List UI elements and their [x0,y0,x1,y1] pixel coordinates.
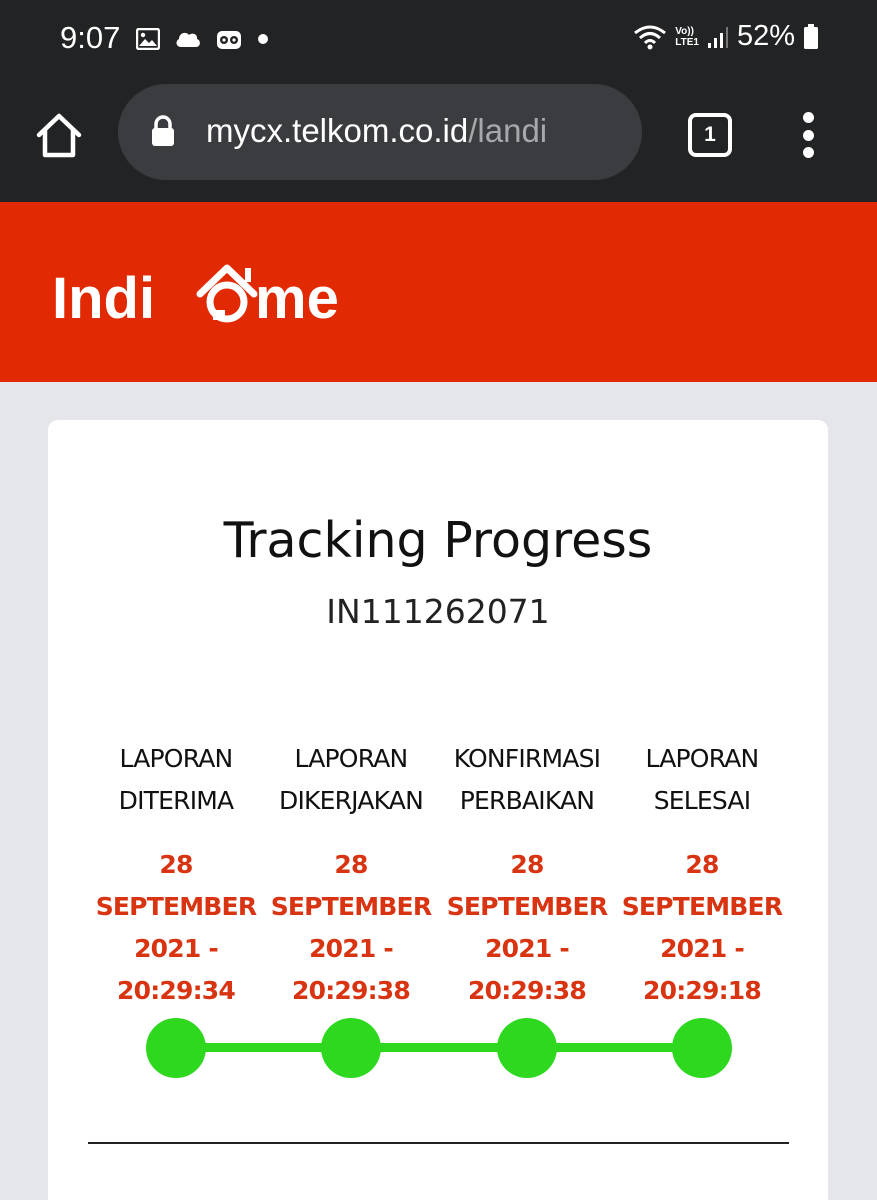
home-icon [36,113,82,158]
svg-text:me: me [255,266,339,328]
url-text[interactable]: mycx.telkom.co.id/landi [206,112,626,150]
progress-dot-konfirmasi [497,1018,557,1078]
date-year: 2021 - [660,934,745,963]
date-month: SEPTEMBER [95,892,257,921]
url-domain: mycx.telkom.co.id [206,112,469,149]
volte-label: Vo)) [675,25,694,37]
date-month: SEPTEMBER [270,892,432,921]
signal-icon [707,26,728,48]
date-year: 2021 - [309,934,394,963]
date-month: SEPTEMBER [446,892,608,921]
tripadvisor-icon [217,31,241,49]
menu-dot [802,147,814,158]
date-day: 28 [159,850,193,879]
date-time: 20:29:38 [468,976,587,1005]
step-label-konfirmasi: KONFIRMASI PERBAIKAN [453,744,601,815]
indihome-logo[interactable]: Indi me [52,258,392,328]
system-icons: Vo)) LTE1 52% [633,20,819,53]
status-bar: 9:07 Vo)) LTE1 52% [0,0,877,82]
volte-indicator: Vo)) LTE1 [675,26,699,48]
date-month: SEPTEMBER [621,892,783,921]
step-date-selesai: 28 SEPTEMBER 2021 - 20:29:18 [614,844,790,1012]
cloud-icon [176,32,200,47]
step-date-diterima: 28 SEPTEMBER 2021 - 20:29:34 [88,844,264,1012]
progress-dot-dikerjakan [321,1018,381,1078]
progress-dot-selesai [672,1018,732,1078]
house-icon [196,264,258,323]
progress-dot-diterima [146,1018,206,1078]
url-path: /landi [468,112,548,149]
image-icon [136,28,160,50]
step-date-konfirmasi: 28 SEPTEMBER 2021 - 20:29:38 [439,844,615,1012]
browser-toolbar: mycx.telkom.co.id/landi 1 [0,82,877,202]
dot-icon [258,34,268,44]
tracking-card: Tracking Progress IN111262071 LAPORAN DI… [48,420,828,1200]
site-header: Indi me [0,202,877,382]
date-day: 28 [510,850,544,879]
lock-icon [152,115,174,146]
date-time: 20:29:34 [117,976,236,1005]
status-time: 9:07 [60,20,121,55]
page-title: Tracking Progress [223,512,653,569]
date-day: 28 [334,850,368,879]
date-year: 2021 - [485,934,570,963]
notification-icons [136,28,270,50]
date-time: 20:29:18 [643,976,762,1005]
step-date-dikerjakan: 28 SEPTEMBER 2021 - 20:29:38 [263,844,439,1012]
step-label-diterima: LAPORAN DITERIMA [118,744,235,815]
date-time: 20:29:38 [292,976,411,1005]
divider [88,1142,789,1144]
battery-percent: 52% [736,20,795,52]
ticket-id: IN111262071 [326,592,550,631]
menu-dot [802,112,814,123]
home-button[interactable] [34,110,84,160]
date-day: 28 [685,850,719,879]
address-bar[interactable]: mycx.telkom.co.id/landi [118,84,642,180]
date-year: 2021 - [134,934,219,963]
menu-dot [802,129,814,141]
step-label-selesai: LAPORAN SELESAI [645,744,760,815]
wifi-icon [634,25,667,49]
battery-icon [804,23,818,49]
step-label-dikerjakan: LAPORAN DIKERJAKAN [279,744,424,815]
tab-switcher-button[interactable]: 1 [688,113,732,157]
lte-label: LTE1 [675,36,699,48]
progress-line [176,1043,701,1052]
more-menu-button[interactable] [800,112,816,158]
svg-text:Indi: Indi [52,266,155,328]
